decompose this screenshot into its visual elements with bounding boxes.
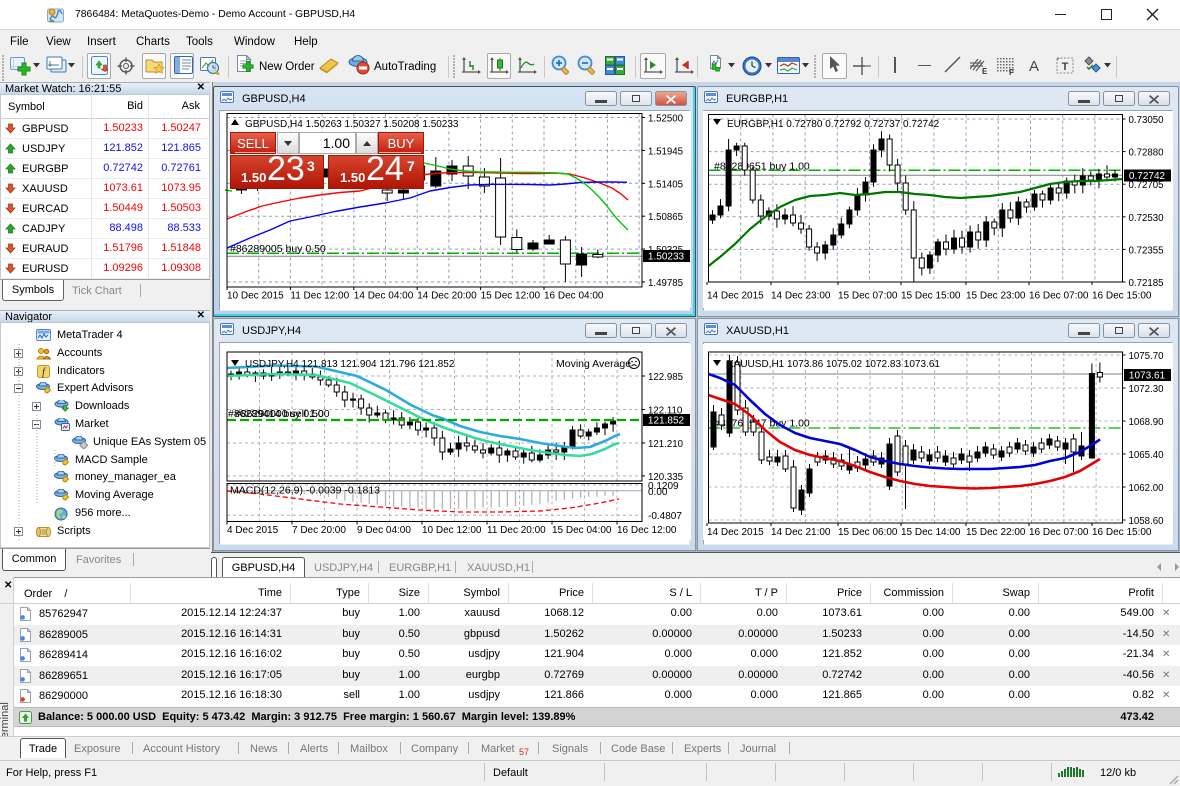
svg-text:1058.60: 1058.60 [1129, 516, 1165, 527]
svg-text:0.72742: 0.72742 [1129, 171, 1166, 182]
svg-text:15 Dec 06:00: 15 Dec 06:00 [838, 527, 898, 538]
svg-text:#86289005 buy 0.50: #86289005 buy 0.50 [230, 243, 326, 255]
svg-text:16 Dec 07:00: 16 Dec 07:00 [1029, 527, 1089, 538]
svg-text:1.52500: 1.52500 [648, 114, 684, 125]
svg-text:F: F [1009, 68, 1014, 77]
svg-text:1072.30: 1072.30 [1129, 384, 1165, 395]
svg-text:1068.90: 1068.90 [1129, 417, 1165, 428]
svg-text:1.51405: 1.51405 [648, 179, 683, 190]
svg-text:1.49785: 1.49785 [648, 278, 683, 289]
svg-text:0.72355: 0.72355 [1129, 245, 1164, 256]
svg-text:MACD(12,26,9) -0.0039 -0.1813: MACD(12,26,9) -0.0039 -0.1813 [230, 485, 380, 497]
svg-text:15 Dec 12:00: 15 Dec 12:00 [481, 291, 541, 302]
svg-text:#86290000 sell 1.00: #86290000 sell 1.00 [235, 408, 330, 420]
svg-text:10 Dec 2015: 10 Dec 2015 [227, 291, 284, 302]
svg-text:16 Dec 15:00: 16 Dec 15:00 [1092, 291, 1152, 302]
svg-text:USDJPY,H4 121.813 121.904 121.: USDJPY,H4 121.813 121.904 121.796 121.85… [245, 359, 455, 370]
svg-text:14 Dec 21:00: 14 Dec 21:00 [771, 527, 831, 538]
svg-text:14 Dec 2015: 14 Dec 2015 [707, 527, 764, 538]
svg-text:11 Dec 20:00: 11 Dec 20:00 [487, 525, 546, 536]
svg-text:16 Dec 15:00: 16 Dec 15:00 [1092, 527, 1152, 538]
svg-text:14 Dec 04:00: 14 Dec 04:00 [354, 291, 414, 302]
svg-text:GBPUSD,H4 1.50263 1.50327 1.50: GBPUSD,H4 1.50263 1.50327 1.50208 1.5023… [245, 119, 459, 130]
svg-text:10 Dec 12:00: 10 Dec 12:00 [422, 525, 482, 536]
svg-text:121.852: 121.852 [648, 416, 685, 427]
svg-text:16 Dec 04:00: 16 Dec 04:00 [544, 291, 604, 302]
svg-text:15 Dec 15:00: 15 Dec 15:00 [901, 291, 961, 302]
svg-text:15 Dec 23:00: 15 Dec 23:00 [966, 291, 1026, 302]
svg-text:1065.40: 1065.40 [1129, 450, 1165, 461]
svg-text:14 Dec 2015: 14 Dec 2015 [707, 291, 764, 302]
svg-text:1.51945: 1.51945 [648, 146, 683, 157]
svg-text:1075.70: 1075.70 [1129, 351, 1165, 362]
svg-text:EURGBP,H1 0.72780 0.72792 0.72: EURGBP,H1 0.72780 0.72792 0.72737 0.7274… [727, 119, 940, 130]
svg-text:0.73050: 0.73050 [1129, 115, 1165, 126]
svg-text:7 Dec 20:00: 7 Dec 20:00 [292, 525, 346, 536]
svg-text:9 Dec 04:00: 9 Dec 04:00 [357, 525, 411, 536]
svg-text:16 Dec 12:00: 16 Dec 12:00 [617, 525, 677, 536]
svg-text:1073.61: 1073.61 [1129, 371, 1166, 382]
svg-text:121.210: 121.210 [648, 439, 684, 450]
svg-text:15 Dec 04:00: 15 Dec 04:00 [552, 525, 612, 536]
svg-text:0.72185: 0.72185 [1129, 278, 1164, 289]
svg-text:15 Dec 14:00: 15 Dec 14:00 [901, 527, 961, 538]
svg-text:1.50865: 1.50865 [648, 212, 683, 223]
svg-text:1062.00: 1062.00 [1129, 483, 1165, 494]
svg-text:122.985: 122.985 [648, 372, 683, 383]
svg-text:14 Dec 20:00: 14 Dec 20:00 [417, 291, 477, 302]
svg-text:0.00: 0.00 [648, 487, 668, 498]
svg-text:XAUUSD,H1 1073.86 1075.02 1072: XAUUSD,H1 1073.86 1075.02 1072.83 1073.6… [727, 359, 940, 370]
svg-text:4 Dec 2015: 4 Dec 2015 [227, 525, 279, 536]
svg-text:16 Dec 07:00: 16 Dec 07:00 [1029, 291, 1089, 302]
svg-text:0.72880: 0.72880 [1129, 148, 1165, 159]
svg-text:15 Dec 07:00: 15 Dec 07:00 [838, 291, 898, 302]
svg-text:0.72530: 0.72530 [1129, 213, 1165, 224]
svg-text:Moving Average: Moving Average [556, 358, 631, 370]
svg-text:15 Dec 22:00: 15 Dec 22:00 [966, 527, 1026, 538]
svg-text:1.50233: 1.50233 [648, 252, 685, 263]
svg-text:T: T [1062, 61, 1069, 73]
svg-text:E: E [982, 67, 988, 76]
svg-text:11 Dec 12:00: 11 Dec 12:00 [290, 291, 349, 302]
svg-text:-0.4807: -0.4807 [648, 511, 682, 522]
svg-text:14 Dec 23:00: 14 Dec 23:00 [771, 291, 831, 302]
